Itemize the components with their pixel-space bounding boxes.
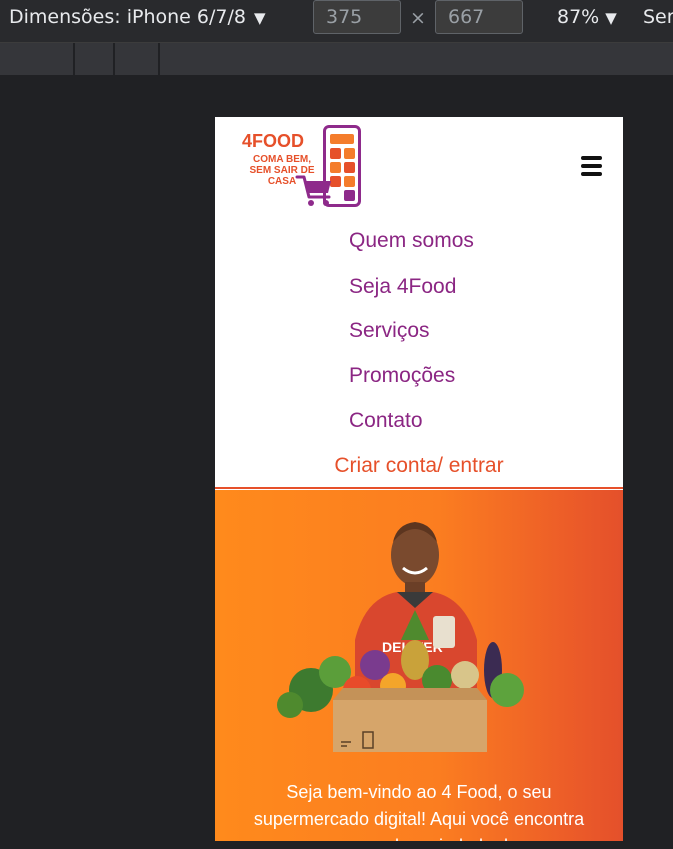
nav-item-servicos[interactable]: Serviços bbox=[349, 319, 430, 343]
device-dropdown-caret-icon: ▼ bbox=[253, 9, 266, 27]
zoom-dropdown-caret-icon: ▼ bbox=[605, 9, 617, 27]
ruler-divider bbox=[73, 43, 75, 75]
nav-item-contato[interactable]: Contato bbox=[349, 409, 423, 433]
header-divider bbox=[215, 487, 623, 489]
device-label: Dimensões: iPhone 6/7/8 bbox=[9, 6, 246, 28]
site-logo[interactable]: 4FOOD COMA BEM, SEM SAIR DE CASA bbox=[239, 123, 369, 211]
nav-item-seja-4food[interactable]: Seja 4Food bbox=[349, 275, 456, 299]
zoom-label: 87% bbox=[557, 6, 600, 28]
emulated-page-viewport: 4FOOD COMA BEM, SEM SAIR DE CASA Quem so… bbox=[215, 117, 623, 841]
throttling-selector[interactable]: Ser bbox=[643, 6, 673, 28]
hero-welcome-text: Seja bem-vindo ao 4 Food, o seu supermer… bbox=[253, 782, 585, 841]
zoom-selector[interactable]: 87% ▼ bbox=[557, 6, 617, 28]
device-selector[interactable]: Dimensões: iPhone 6/7/8 ▼ bbox=[9, 6, 266, 28]
shopping-cart-icon bbox=[295, 175, 331, 206]
viewport-height-input[interactable]: 667 bbox=[435, 0, 523, 34]
ruler-divider bbox=[158, 43, 160, 75]
devtools-device-toolbar: Dimensões: iPhone 6/7/8 ▼ 375 × 667 87% ▼ … bbox=[0, 0, 673, 43]
hero-section: DELIVER Seja bem-vindo ao 4 Food, o seu … bbox=[215, 490, 623, 841]
media-query-ruler[interactable] bbox=[0, 43, 673, 75]
logo-brand-text: 4FOOD bbox=[242, 131, 305, 151]
viewport-width-input[interactable]: 375 bbox=[313, 0, 401, 34]
hamburger-menu-icon[interactable] bbox=[581, 153, 605, 181]
nav-item-quem-somos[interactable]: Quem somos bbox=[349, 229, 474, 253]
dimensions-times-icon: × bbox=[410, 7, 426, 29]
ruler-divider bbox=[113, 43, 115, 75]
create-account-login-link[interactable]: Criar conta/ entrar bbox=[215, 454, 623, 478]
delivery-man-with-grocery-box-image: DELIVER bbox=[277, 522, 524, 752]
nav-item-promocoes[interactable]: Promoções bbox=[349, 364, 455, 388]
